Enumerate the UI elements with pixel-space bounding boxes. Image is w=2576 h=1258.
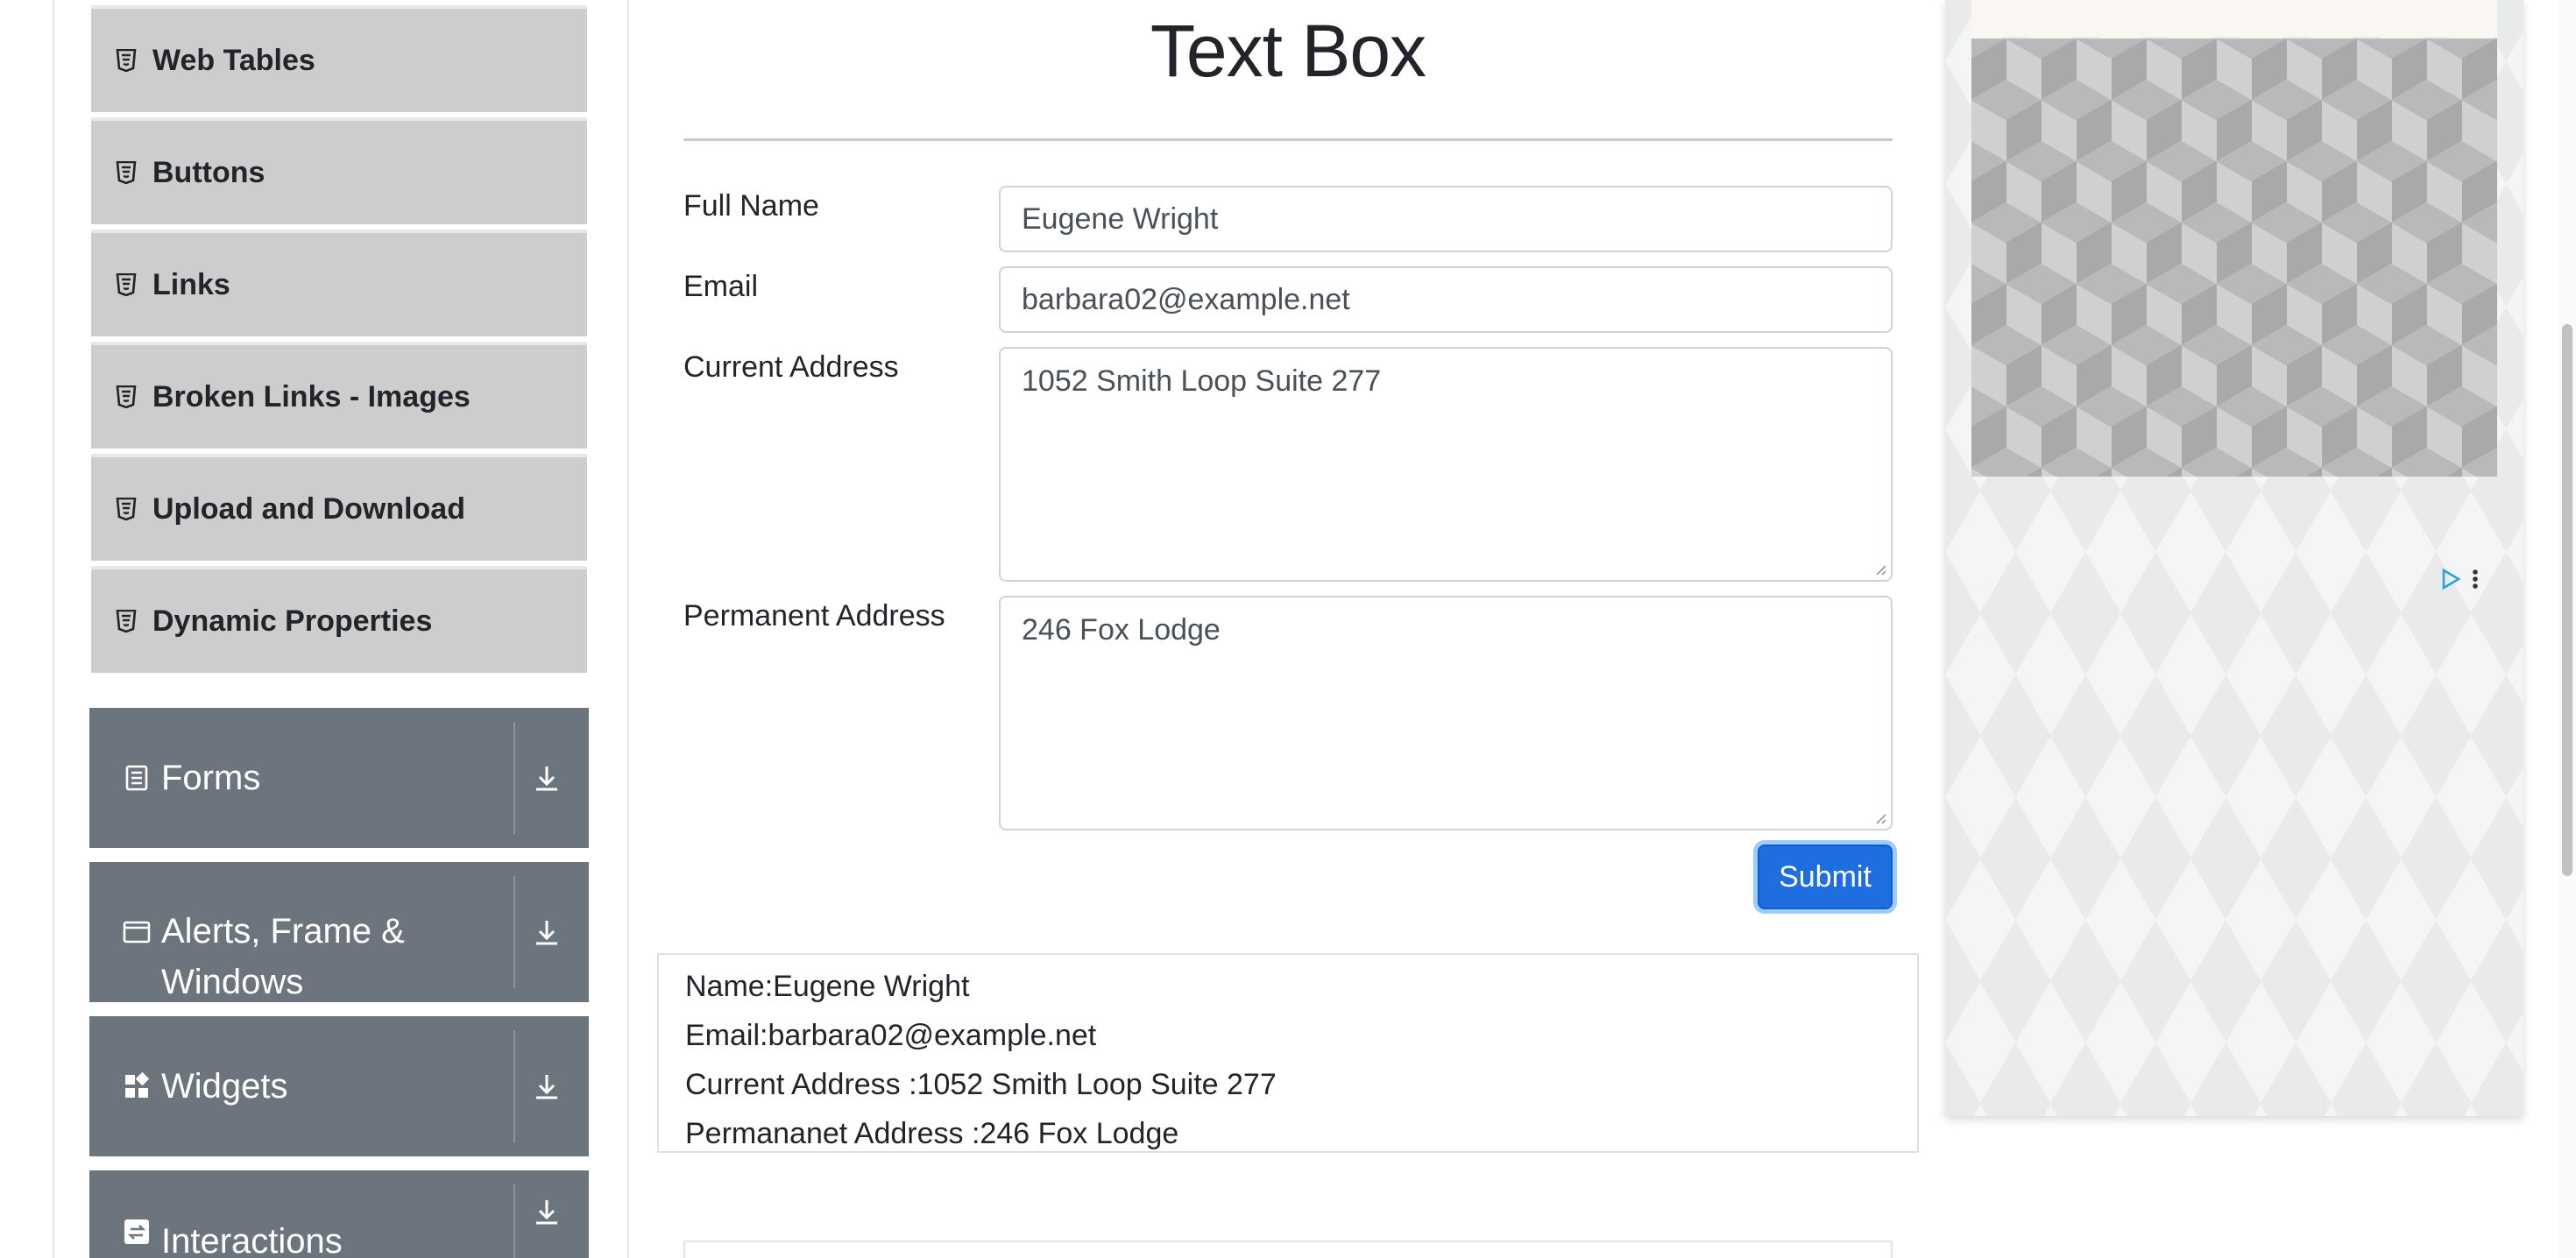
resize-handle-icon[interactable] — [1872, 809, 1887, 825]
email-input[interactable]: barbara02@example.net — [999, 266, 1893, 333]
sidebar-item-upload-download[interactable]: Upload and Download — [91, 454, 587, 561]
group-divider — [513, 1184, 515, 1258]
title-divider — [683, 138, 1893, 141]
group-divider — [513, 1030, 515, 1142]
sidebar-item-web-tables[interactable]: Web Tables — [91, 5, 587, 112]
output-box: Name:Eugene Wright Email:barbara02@examp… — [657, 953, 1919, 1153]
sidebar-item-label: Buttons — [152, 155, 265, 189]
current-address-label: Current Address — [683, 350, 899, 384]
sidebar-item-buttons[interactable]: Buttons — [91, 117, 587, 224]
ad-top-strip — [1971, 0, 2497, 37]
sidebar-item-dynamic-properties[interactable]: Dynamic Properties — [91, 566, 587, 673]
current-address-value: 1052 Smith Loop Suite 277 — [1022, 364, 1382, 398]
group-divider — [513, 722, 515, 834]
left-sidebar: Web Tables Buttons Links Broken Links - … — [0, 0, 631, 1258]
download-icon[interactable] — [519, 862, 575, 1002]
sidebar-group-alerts[interactable]: Alerts, Frame & Windows — [89, 862, 589, 1002]
html5-icon — [116, 161, 137, 184]
permanent-address-value: 246 Fox Lodge — [1022, 613, 1221, 647]
html5-icon — [116, 498, 137, 520]
sidebar-item-label: Broken Links - Images — [152, 379, 471, 413]
full-name-label: Full Name — [683, 189, 819, 223]
html5-icon — [116, 610, 137, 633]
permanent-address-label: Permanent Address — [683, 599, 945, 633]
ad-choices[interactable] — [2439, 566, 2492, 592]
sidebar-item-broken-links[interactable]: Broken Links - Images — [91, 342, 587, 449]
sidebar-group-widgets[interactable]: Widgets — [89, 1016, 589, 1156]
sidebar-item-links[interactable]: Links — [91, 230, 587, 336]
download-icon[interactable] — [519, 1197, 575, 1258]
sidebar-border-right — [627, 0, 629, 1258]
html5-icon — [116, 273, 137, 296]
output-permanent-address: Permananet Address :246 Fox Lodge — [685, 1117, 1179, 1150]
sidebar-border-left — [53, 0, 54, 1258]
sidebar-item-label: Dynamic Properties — [152, 604, 433, 638]
submit-button[interactable]: Submit — [1758, 845, 1893, 909]
sidebar-group-forms[interactable]: Forms — [89, 708, 589, 848]
email-label: Email — [683, 270, 759, 303]
full-name-input[interactable]: Eugene Wright — [999, 186, 1893, 252]
output-name: Name:Eugene Wright — [685, 970, 970, 1003]
download-icon[interactable] — [519, 1016, 575, 1156]
group-divider — [513, 876, 515, 988]
current-address-textarea[interactable]: 1052 Smith Loop Suite 277 — [999, 347, 1893, 582]
scrollbar-thumb[interactable] — [2562, 324, 2572, 876]
form-icon — [121, 762, 152, 794]
ad-image[interactable] — [1971, 39, 2497, 477]
ad-choices-icon[interactable] — [2439, 568, 2462, 590]
sidebar-item-label: Web Tables — [152, 43, 315, 77]
sidebar-group-label: Alerts, Frame & Windows — [161, 912, 405, 1001]
sidebar-group-interactions[interactable]: Interactions — [89, 1170, 589, 1258]
widgets-icon — [121, 1071, 152, 1102]
download-icon[interactable] — [519, 708, 575, 848]
interactions-icon — [121, 1216, 152, 1247]
more-options-icon[interactable] — [2471, 568, 2480, 590]
permanent-address-textarea[interactable]: 246 Fox Lodge — [999, 596, 1893, 830]
html5-icon — [116, 49, 137, 72]
sidebar-item-label: Links — [152, 267, 230, 301]
html5-icon — [116, 385, 137, 408]
sidebar-item-label: Upload and Download — [152, 491, 465, 526]
output-email: Email:barbara02@example.net — [685, 1019, 1097, 1052]
page-title: Text Box — [1150, 10, 1426, 92]
resize-handle-icon[interactable] — [1872, 561, 1887, 576]
window-icon — [121, 916, 152, 948]
next-section-box — [683, 1240, 1893, 1258]
output-current-address: Current Address :1052 Smith Loop Suite 2… — [685, 1068, 1277, 1101]
